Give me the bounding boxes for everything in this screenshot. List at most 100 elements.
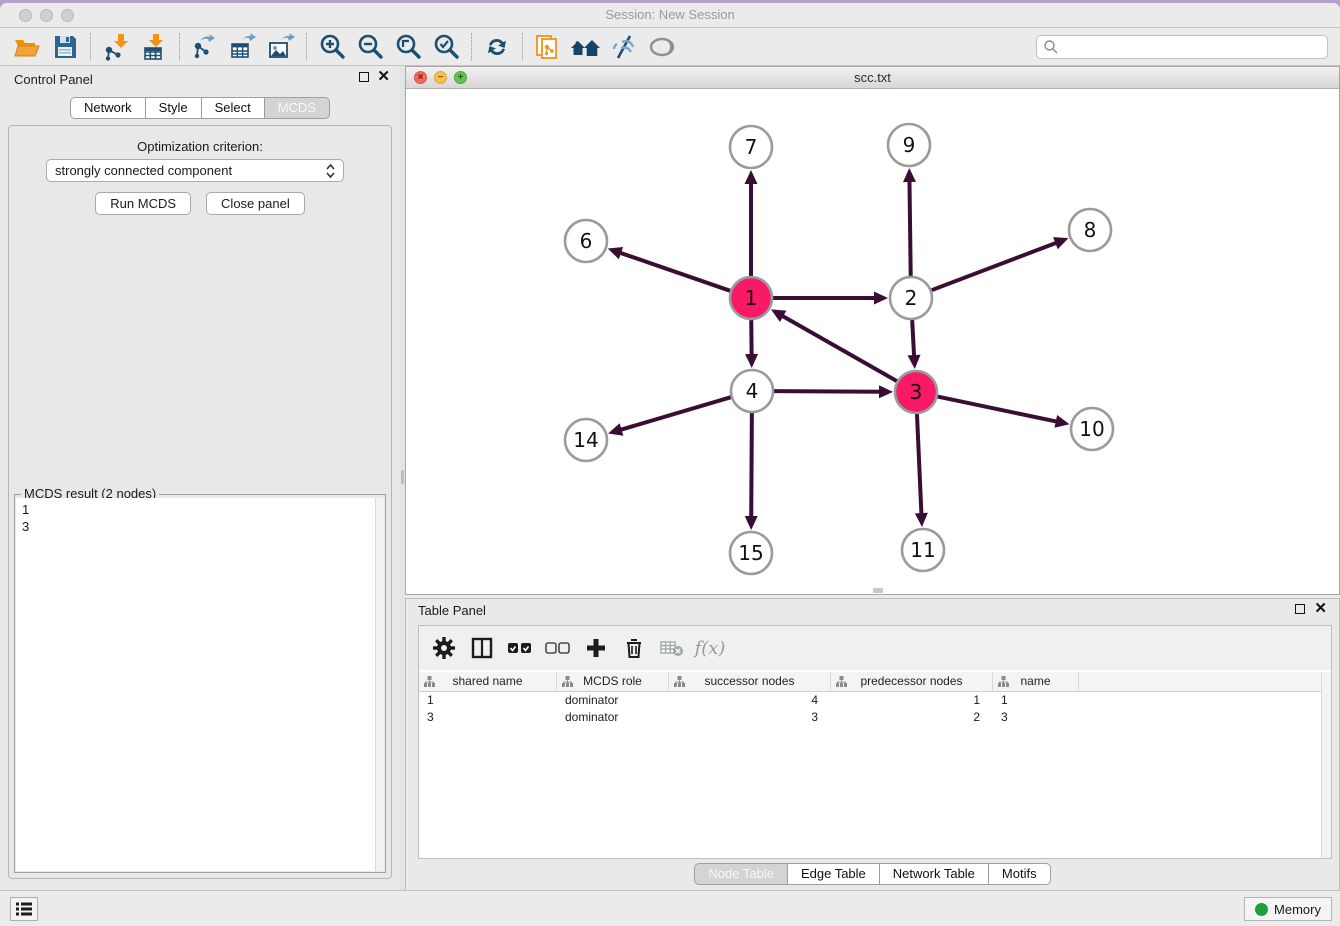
edge-4-14[interactable] bbox=[618, 397, 731, 430]
search-input[interactable] bbox=[1059, 37, 1327, 57]
select-all-icon[interactable] bbox=[503, 631, 537, 665]
network-canvas[interactable]: 7968124314101511 bbox=[406, 89, 1339, 594]
toolbar-separator bbox=[471, 33, 472, 61]
edge-2-3[interactable] bbox=[912, 320, 914, 359]
arrowhead-1-4 bbox=[745, 354, 758, 368]
close-panel-button[interactable]: Close panel bbox=[206, 192, 305, 215]
import-network-icon[interactable] bbox=[97, 31, 135, 63]
edge-2-9[interactable] bbox=[909, 178, 910, 276]
column-header-shared-name[interactable]: shared name bbox=[419, 672, 557, 692]
criterion-select[interactable]: strongly connected component bbox=[46, 159, 344, 182]
node-label-2: 2 bbox=[905, 286, 918, 310]
node-label-4: 4 bbox=[746, 379, 759, 403]
column-header-predecessor-nodes[interactable]: predecessor nodes bbox=[831, 672, 993, 692]
toolbar-separator bbox=[522, 33, 523, 61]
export-table-icon[interactable] bbox=[224, 31, 262, 63]
cell-predecessor-nodes: 1 bbox=[831, 692, 993, 709]
result-scrollbar[interactable] bbox=[375, 498, 384, 871]
export-image-icon[interactable] bbox=[262, 31, 300, 63]
tab-edge-table[interactable]: Edge Table bbox=[788, 863, 880, 885]
show-columns-icon[interactable] bbox=[465, 631, 499, 665]
search-icon bbox=[1043, 39, 1059, 55]
column-header-MCDS-role[interactable]: MCDS role bbox=[557, 672, 669, 692]
column-header-name[interactable]: name bbox=[993, 672, 1079, 692]
window-title: Session: New Session bbox=[0, 7, 1340, 22]
tab-mcds[interactable]: MCDS bbox=[265, 97, 330, 119]
zoom-in-icon[interactable] bbox=[313, 31, 351, 63]
canvas-scrollbar-grip[interactable] bbox=[873, 588, 883, 593]
float-panel-icon[interactable] bbox=[359, 72, 369, 82]
node-label-11: 11 bbox=[910, 538, 935, 562]
control-panel-tabs: NetworkStyleSelectMCDS bbox=[0, 97, 400, 119]
table-panel-tabs: Node TableEdge TableNetwork TableMotifs bbox=[406, 863, 1339, 885]
import-table-icon[interactable] bbox=[135, 31, 173, 63]
cell-shared-name: 3 bbox=[419, 709, 557, 726]
tab-motifs[interactable]: Motifs bbox=[989, 863, 1051, 885]
add-column-icon[interactable] bbox=[579, 631, 613, 665]
memory-label: Memory bbox=[1274, 902, 1321, 917]
title-bar: Session: New Session bbox=[0, 3, 1340, 28]
export-network-icon[interactable] bbox=[186, 31, 224, 63]
tab-network-table[interactable]: Network Table bbox=[880, 863, 989, 885]
cell-MCDS-role: dominator bbox=[557, 692, 669, 709]
duplicate-network-icon[interactable] bbox=[529, 31, 567, 63]
memory-button[interactable]: Memory bbox=[1244, 897, 1332, 921]
tab-style[interactable]: Style bbox=[146, 97, 202, 119]
toolbar-separator bbox=[179, 33, 180, 61]
arrowhead-3-10 bbox=[1054, 415, 1069, 428]
close-table-panel-icon[interactable]: ✕ bbox=[1314, 604, 1327, 614]
edge-2-8[interactable] bbox=[932, 242, 1060, 290]
hide-visual-style-icon[interactable] bbox=[605, 31, 643, 63]
cell-successor-nodes: 4 bbox=[669, 692, 831, 709]
tab-network[interactable]: Network bbox=[70, 97, 146, 119]
node-label-7: 7 bbox=[745, 135, 758, 159]
search-box[interactable] bbox=[1036, 35, 1328, 59]
run-mcds-button[interactable]: Run MCDS bbox=[95, 192, 191, 215]
network-window-titlebar[interactable]: × − + scc.txt bbox=[406, 67, 1339, 89]
refresh-icon[interactable] bbox=[478, 31, 516, 63]
zoom-fit-icon[interactable] bbox=[389, 31, 427, 63]
edge-3-11[interactable] bbox=[917, 414, 922, 517]
close-panel-icon[interactable]: ✕ bbox=[377, 72, 390, 82]
save-icon[interactable] bbox=[46, 31, 84, 63]
delete-column-trash-icon[interactable] bbox=[617, 631, 651, 665]
edge-3-1[interactable] bbox=[780, 314, 897, 381]
cell-name: 1 bbox=[993, 692, 1079, 709]
edge-3-10[interactable] bbox=[938, 397, 1060, 423]
float-table-panel-icon[interactable] bbox=[1295, 604, 1305, 614]
mcds-result-value: 3 bbox=[22, 518, 378, 535]
tab-select[interactable]: Select bbox=[202, 97, 265, 119]
tab-node-table[interactable]: Node Table bbox=[694, 863, 788, 885]
function-builder-icon-disabled: f(x) bbox=[693, 631, 727, 665]
deselect-all-icon[interactable] bbox=[541, 631, 575, 665]
network-window-title: scc.txt bbox=[406, 70, 1339, 85]
home-icon[interactable] bbox=[567, 31, 605, 63]
open-icon[interactable] bbox=[8, 31, 46, 63]
edge-4-15[interactable] bbox=[751, 413, 752, 520]
arrowhead-2-3 bbox=[908, 355, 921, 369]
node-table[interactable]: shared nameMCDS rolesuccessor nodesprede… bbox=[419, 672, 1321, 858]
mcds-result-text-area[interactable]: 13 bbox=[16, 498, 384, 871]
node-table-container: f(x) shared nameMCDS rolesuccessor nodes… bbox=[418, 625, 1332, 859]
network-graph[interactable]: 7968124314101511 bbox=[406, 89, 1339, 594]
node-label-1: 1 bbox=[745, 286, 758, 310]
task-history-button[interactable] bbox=[10, 897, 38, 921]
memory-status-icon bbox=[1255, 903, 1268, 916]
arrowhead-4-3 bbox=[879, 385, 893, 398]
edge-4-3[interactable] bbox=[774, 391, 883, 392]
column-header-successor-nodes[interactable]: successor nodes bbox=[669, 672, 831, 692]
show-hide-eye-icon[interactable] bbox=[643, 31, 681, 63]
table-row[interactable]: 3dominator323 bbox=[419, 709, 1321, 726]
table-header-row: shared nameMCDS rolesuccessor nodesprede… bbox=[419, 672, 1321, 692]
table-row[interactable]: 1dominator411 bbox=[419, 692, 1321, 709]
edge-1-6[interactable] bbox=[617, 252, 730, 291]
cell-predecessor-nodes: 2 bbox=[831, 709, 993, 726]
table-scrollbar[interactable] bbox=[1321, 672, 1331, 858]
node-label-8: 8 bbox=[1084, 218, 1097, 242]
zoom-selected-icon[interactable] bbox=[427, 31, 465, 63]
zoom-out-icon[interactable] bbox=[351, 31, 389, 63]
cell-name: 3 bbox=[993, 709, 1079, 726]
table-settings-gear-icon[interactable] bbox=[427, 631, 461, 665]
chevron-updown-icon bbox=[326, 163, 335, 179]
node-label-14: 14 bbox=[573, 428, 598, 452]
